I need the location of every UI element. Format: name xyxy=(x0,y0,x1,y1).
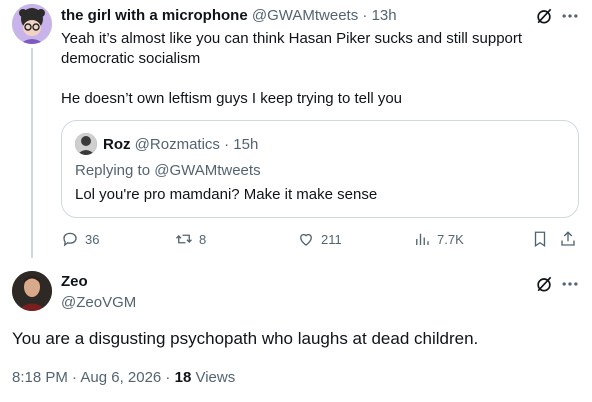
like-count: 211 xyxy=(321,231,342,247)
grok-icon[interactable] xyxy=(534,6,554,31)
bookmark-button[interactable] xyxy=(531,230,549,248)
replying-to: Replying to @GWAMtweets xyxy=(75,162,261,179)
timestamp: 15h xyxy=(233,136,259,153)
views-button[interactable]: 7.7K xyxy=(413,230,464,248)
timestamp[interactable]: 8:18 PM · Aug 6, 2026 · xyxy=(12,369,170,386)
replying-to-prefix: Replying to xyxy=(75,162,151,179)
bookmark-icon xyxy=(534,231,546,248)
views-count: 18 xyxy=(174,369,192,386)
separator: · xyxy=(362,7,368,24)
action-bar: 36 8 211 7.7K xyxy=(61,230,581,252)
avatar[interactable] xyxy=(12,271,52,311)
reply-icon xyxy=(63,232,77,247)
display-name: Roz xyxy=(103,136,131,153)
tweet-meta: 8:18 PM · Aug 6, 2026 · 18 Views xyxy=(12,369,235,386)
more-icon[interactable] xyxy=(560,274,580,299)
replying-to-handle: @GWAMtweets xyxy=(154,162,261,179)
views-label: Views xyxy=(195,369,236,386)
handle[interactable]: @ZeoVGM xyxy=(61,294,136,311)
reply-button[interactable]: 36 xyxy=(61,230,99,248)
tweet-header: the girl with a microphone @GWAMtweets ·… xyxy=(61,7,397,24)
avatar[interactable] xyxy=(12,4,52,44)
tweet-text-line: He doesn’t own leftism guys I keep tryin… xyxy=(61,90,403,107)
quoted-tweet[interactable]: Roz @Rozmatics · 15h Replying to @GWAMtw… xyxy=(61,120,579,218)
tweet-text-line: Yeah it’s almost like you can think Hasa… xyxy=(61,30,523,67)
separator: · xyxy=(224,136,230,153)
repost-count: 8 xyxy=(199,231,207,247)
grok-icon[interactable] xyxy=(534,274,554,299)
like-icon xyxy=(300,233,312,246)
reply-count: 36 xyxy=(85,231,100,247)
avatar xyxy=(75,133,97,155)
repost-icon xyxy=(176,234,192,244)
share-button[interactable] xyxy=(559,230,577,248)
handle: @Rozmatics xyxy=(134,136,220,153)
display-name[interactable]: the girl with a microphone xyxy=(61,7,248,24)
views-icon xyxy=(416,233,429,245)
tweet-text: Yeah it’s almost like you can think Hasa… xyxy=(61,29,541,129)
share-icon xyxy=(561,231,575,246)
quote-text: Lol you're pro mamdani? Make it make sen… xyxy=(75,186,378,203)
like-button[interactable]: 211 xyxy=(297,230,342,248)
views-count: 7.7K xyxy=(437,231,464,247)
repost-button[interactable]: 8 xyxy=(175,230,206,248)
tweet-text: You are a disgusting psychopath who laug… xyxy=(12,329,479,348)
handle[interactable]: @GWAMtweets xyxy=(252,7,358,24)
thread-line xyxy=(31,48,33,258)
quote-header: Roz @Rozmatics · 15h xyxy=(103,136,258,153)
timestamp[interactable]: 13h xyxy=(372,7,397,24)
display-name[interactable]: Zeo xyxy=(61,273,88,290)
more-icon[interactable] xyxy=(560,6,580,31)
